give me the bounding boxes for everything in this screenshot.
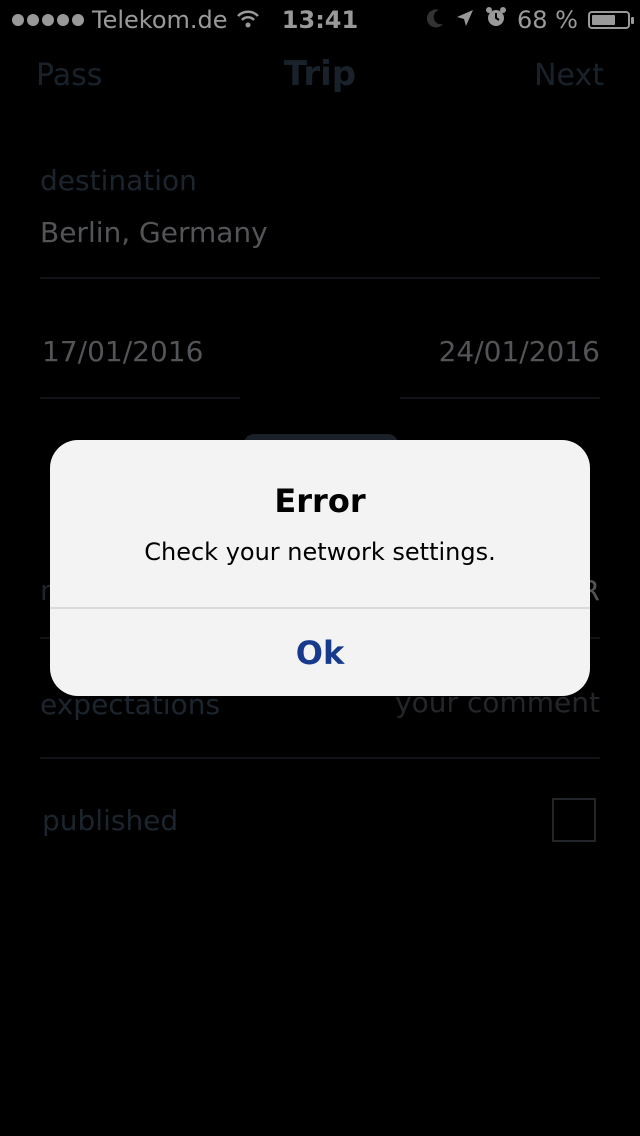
alert-message: Check your network settings. xyxy=(144,538,496,566)
alert-title: Error xyxy=(274,482,366,520)
screen: Telekom.de 13:41 68 % Pass Trip Next des… xyxy=(0,0,640,1136)
error-alert: Error Check your network settings. Ok xyxy=(50,440,590,696)
ok-button[interactable]: Ok xyxy=(50,609,590,696)
